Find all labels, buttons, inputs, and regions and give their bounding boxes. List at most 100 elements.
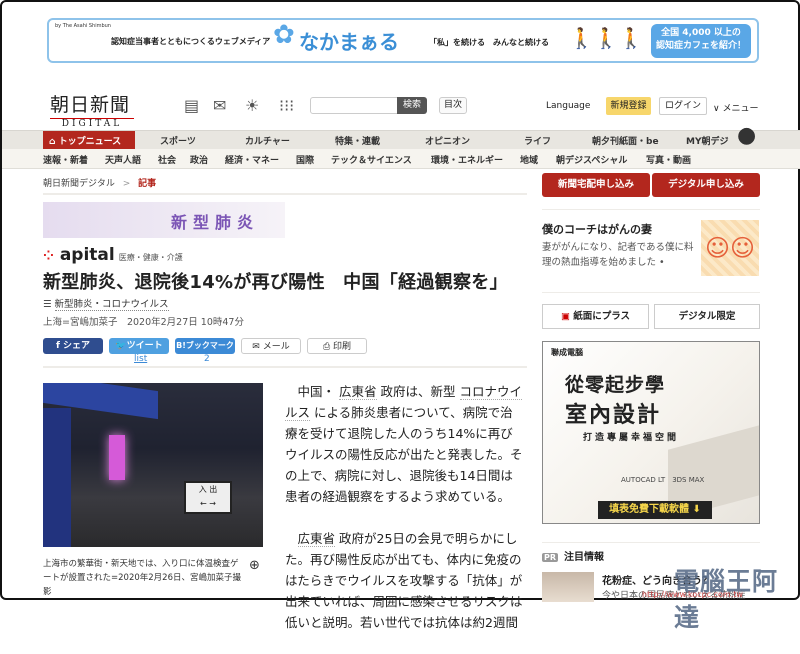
breadcrumb: 朝日新聞デジタル > 記事	[43, 176, 156, 189]
shinbun-icon[interactable]: ▤	[184, 96, 199, 115]
twitter-icon: 🐦	[115, 341, 127, 351]
search-input[interactable]	[310, 97, 398, 114]
ad-software: AUTOCAD LT 3DS MAX	[621, 476, 705, 484]
facebook-icon: f	[55, 341, 64, 351]
flower-icon: ✿	[273, 20, 295, 50]
article-body: 中国・ 広東省 政府は、新型 コロナウイルス による肺炎患者について、病院で治療…	[285, 381, 525, 654]
nav-features[interactable]: 特集・連載	[335, 134, 380, 147]
nav-culture[interactable]: カルチャー	[245, 134, 290, 147]
menu-button[interactable]: ∨ メニュー	[713, 101, 758, 114]
nav-top-news[interactable]: ⌂ トップニュース	[43, 131, 135, 150]
ad-subline: 打造專屬幸福空間	[583, 433, 680, 443]
nakamaaru-ad-banner[interactable]: by The Asahi Shimbun 認知症当事者とともにつくるウェブメディ…	[47, 18, 759, 63]
nav-paper[interactable]: 朝夕刊紙面・be	[592, 134, 659, 147]
mail-label: メール	[262, 342, 290, 352]
people-illustration-icon: 🚶🚶🚶	[569, 26, 644, 50]
photo-caption: 上海市の繁華街・新天地では、入り口に体温検査ゲートが設置された=2020年2月2…	[43, 559, 241, 597]
paragraph-1: 中国・ 広東省 政府は、新型 コロナウイルス による肺炎患者について、病院で治療…	[285, 381, 525, 507]
tag-link[interactable]: 新型肺炎・コロナウイルス	[54, 299, 169, 311]
article-tag: ☰ 新型肺炎・コロナウイルス	[43, 296, 169, 311]
digital-only-button[interactable]: デジタル限定	[654, 304, 760, 329]
section-banner-label: 新型肺炎	[171, 213, 260, 232]
facebook-share-button[interactable]: f シェア	[43, 338, 103, 354]
nav-sports[interactable]: スポーツ	[160, 134, 196, 147]
mail-icon: ✉	[252, 342, 263, 352]
nav2-environment[interactable]: 環境・エネルギー	[431, 153, 503, 166]
apital-name: apital	[59, 245, 115, 265]
nav2-international[interactable]: 国際	[296, 153, 314, 166]
divider	[542, 542, 760, 543]
ad-logo-text: なかまぁる	[299, 30, 399, 54]
weather-icon[interactable]: ☀	[245, 96, 259, 115]
paper-plus-label: 紙面にプラス	[573, 311, 631, 322]
text: による肺炎患者について、病院で治療を受けて退院した人のうち14%に再びウイルスの…	[285, 405, 523, 504]
entrance-sign: 入 出 ← →	[184, 481, 232, 514]
login-button[interactable]: ログイン	[659, 97, 707, 115]
twitter-count-link[interactable]: list	[134, 354, 147, 364]
pr-item-image[interactable]	[542, 572, 594, 602]
nav2-photo[interactable]: 写真・動画	[646, 153, 691, 166]
nav2-special[interactable]: 朝デジスペシャル	[556, 153, 627, 166]
facebook-label: シェア	[63, 341, 91, 351]
breadcrumb-home[interactable]: 朝日新聞デジタル	[43, 179, 115, 189]
nav2-region[interactable]: 地域	[520, 153, 538, 166]
asahi-digital-logo[interactable]: 朝日新聞 DIGITAL	[50, 90, 134, 129]
nav2-society[interactable]: 社会	[158, 153, 176, 166]
language-link[interactable]: Language	[546, 101, 590, 111]
mascot-icon: ●	[737, 123, 757, 148]
nav2-tenseijingo[interactable]: 天声人語	[105, 153, 141, 166]
grid-menu-icon[interactable]: ⁝⁝⁝	[279, 96, 294, 115]
search-button[interactable]: 検索	[397, 97, 427, 114]
paragraph-2: 広東省 政府が25日の会見で明らかにした。再び陽性反応が出ても、体内に免疫のはた…	[285, 528, 525, 633]
breadcrumb-current: 記事	[138, 179, 157, 189]
subscribe-paper-button[interactable]: 新聞宅配申し込み	[542, 173, 650, 197]
twitter-label: ツイート	[126, 341, 163, 351]
gate-screen	[109, 435, 125, 480]
pr-badge: PR	[542, 553, 559, 562]
article-byline: 上海=宮嶋加菜子 2020年2月27日 10時47分	[43, 317, 244, 328]
register-button[interactable]: 新規登録	[606, 97, 651, 115]
zoom-in-icon[interactable]: ⊕	[249, 558, 260, 573]
nav-my-asadigi[interactable]: MY朝デジ	[686, 134, 728, 147]
divider	[43, 366, 527, 368]
watermark-url: http://www.kocpc.com.tw	[642, 590, 743, 599]
ad-download-button[interactable]: 填表免費下載軟體 ⬇	[598, 501, 712, 519]
apital-logo[interactable]: ⁘ apital 医療・健康・介護	[43, 245, 183, 265]
nav-opinion[interactable]: オピニオン	[425, 134, 470, 147]
feature-title[interactable]: 僕のコーチはがんの妻	[542, 221, 652, 237]
ad-tagline-2: 「私」を続ける みんなと続ける	[429, 38, 549, 47]
nav2-politics[interactable]: 政治	[190, 153, 208, 166]
tent-wall	[43, 408, 71, 547]
nav-life[interactable]: ライフ	[524, 134, 551, 147]
mail-icon[interactable]: ✉	[213, 96, 226, 115]
feature-illustration-icon[interactable]: ☺☺	[701, 220, 759, 276]
section-banner[interactable]: 新型肺炎	[43, 202, 285, 238]
keyword-link[interactable]: 広東省	[339, 384, 377, 400]
nav2-economy[interactable]: 経済・マネー	[225, 153, 279, 166]
ad-logo: ✿ なかまぁる	[273, 20, 399, 55]
print-icon: ⎙	[322, 342, 334, 352]
pr-heading: PR 注目情報	[542, 548, 604, 563]
divider	[542, 292, 760, 293]
toc-button[interactable]: 目次	[439, 97, 467, 114]
article-headline: 新型肺炎、退院後14%が再び陽性 中国「経過観察を」	[43, 272, 508, 293]
nav2-breaking[interactable]: 速報・新着	[43, 153, 88, 166]
mail-button[interactable]: ✉ メール	[241, 338, 301, 354]
subscribe-digital-button[interactable]: デジタル申し込み	[652, 173, 760, 197]
divider	[43, 193, 527, 195]
nav2-tech[interactable]: テック＆サイエンス	[331, 153, 412, 166]
hatena-count[interactable]: 2	[204, 354, 210, 364]
interior-design-ad[interactable]: 聯成電腦 從零起步學 室內設計 打造專屬幸福空間 AUTOCAD LT 3DS …	[542, 341, 760, 524]
paper-plus-button[interactable]: ▣ 紙面にプラス	[542, 304, 649, 329]
hatena-bookmark-button[interactable]: B!ブックマーク	[175, 338, 235, 354]
apital-sub: 医療・健康・介護	[118, 253, 183, 262]
print-button[interactable]: ⎙ 印刷	[307, 338, 367, 354]
keyword-link[interactable]: 広東省	[297, 531, 336, 547]
article-photo[interactable]: 入 出 ← →	[43, 383, 263, 547]
ad-by-label: by The Asahi Shimbun	[55, 23, 111, 29]
twitter-share-button[interactable]: 🐦ツイート	[109, 338, 169, 354]
ad-headline-2: 室內設計	[565, 403, 662, 428]
ad-cta[interactable]: 全国 4,000 以上の 認知症カフェを紹介！	[651, 24, 751, 58]
print-label: 印刷	[333, 342, 352, 352]
text: 政府は、新型	[380, 384, 456, 399]
